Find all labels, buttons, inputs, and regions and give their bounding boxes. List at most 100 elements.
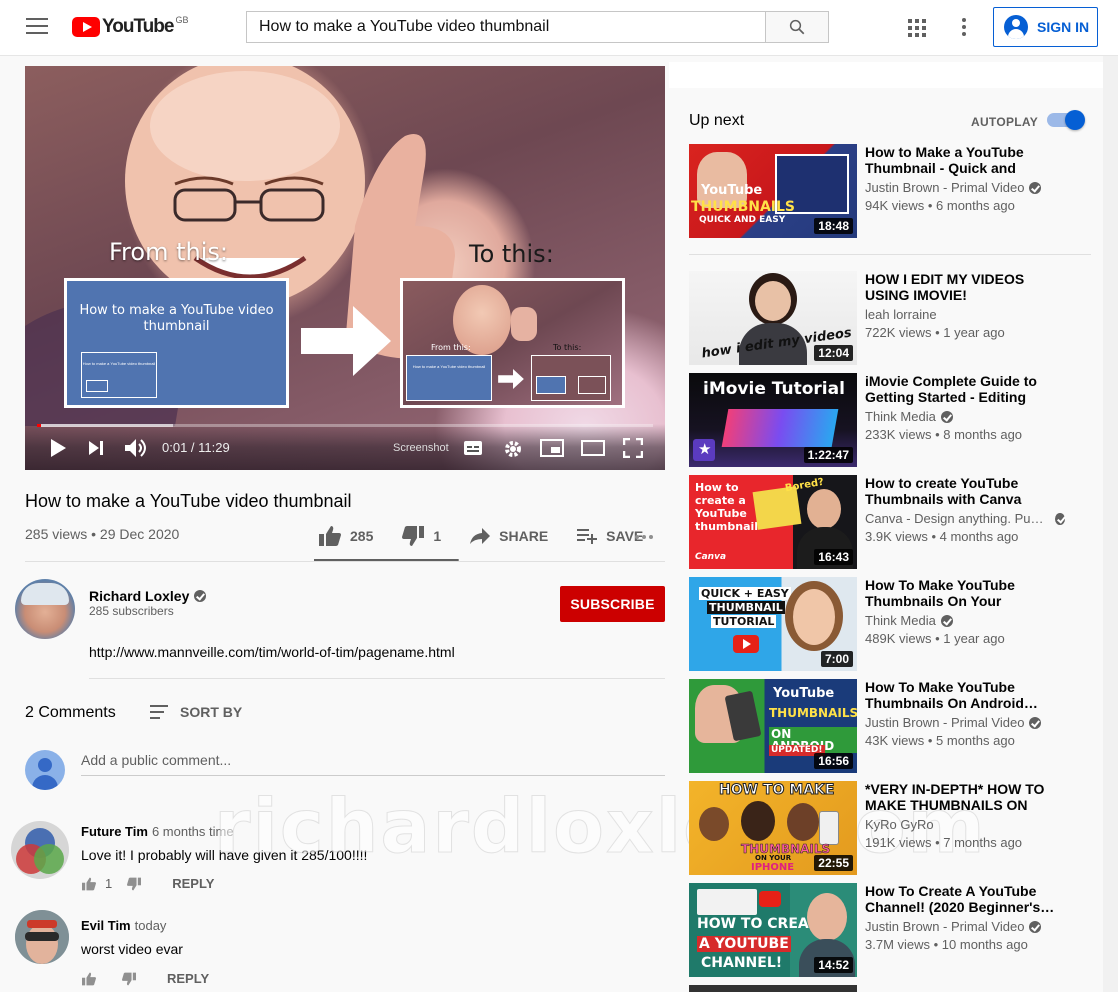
video-title[interactable]: iMovie Complete Guide to Getting Started… — [865, 373, 1061, 405]
sidebar-video-item[interactable]: how i edit my videos 12:04 HOW I EDIT MY… — [689, 271, 1099, 365]
video-channel[interactable]: Think Media — [865, 613, 1065, 628]
video-channel[interactable]: leah lorraine — [865, 307, 1065, 322]
overlay-to-text: To this: — [469, 240, 554, 268]
sort-by-button[interactable]: SORT BY — [150, 704, 242, 720]
sidebar-video-item[interactable]: HOW TO MAKE THUMBNAILS ON YOUR IPHONE 22… — [689, 781, 1099, 875]
sidebar-video-item[interactable]: YouTube THUMBNAILS ON ANDROID UPDATED! 1… — [689, 679, 1099, 773]
sidebar-video-item[interactable]: HOW TO CREATE A YOUTUBE CHANNEL! 14:52 H… — [689, 883, 1099, 977]
video-thumbnail[interactable]: how i edit my videos 12:04 — [689, 271, 857, 365]
subscribe-button[interactable]: SUBSCRIBE — [560, 586, 665, 622]
dislike-button[interactable]: 1 — [401, 525, 441, 547]
video-channel[interactable]: KyRo GyRo — [865, 817, 1065, 832]
thumb-text: THUMBNAIL — [707, 601, 785, 614]
video-meta: 94K views • 6 months ago — [865, 198, 1015, 213]
mini-arrow-icon — [498, 369, 524, 389]
thumb-text: Canva — [695, 552, 727, 562]
search-button[interactable] — [765, 11, 829, 43]
like-button[interactable]: 285 — [318, 525, 373, 547]
video-channel[interactable]: Justin Brown - Primal Video — [865, 180, 1065, 195]
video-channel[interactable]: Justin Brown - Primal Video — [865, 715, 1065, 730]
channel-name-text: Justin Brown - Primal Video — [865, 180, 1025, 195]
playlist-add-icon — [577, 529, 598, 544]
thumbs-up-icon[interactable] — [81, 972, 97, 986]
reply-button[interactable]: REPLY — [172, 876, 214, 891]
settings-more-icon[interactable] — [962, 18, 966, 36]
theater-mode-icon[interactable] — [581, 440, 605, 456]
comment-avatar[interactable] — [15, 910, 69, 964]
verified-badge-icon — [940, 410, 953, 423]
video-thumbnail[interactable]: YouTube THUMBNAILS ON ANDROID UPDATED! 1… — [689, 679, 857, 773]
view-count-date: 285 views • 29 Dec 2020 — [25, 526, 180, 542]
video-title[interactable]: How to Make a YouTube Thumbnail - Quick … — [865, 144, 1061, 176]
thumbs-down-icon[interactable] — [126, 877, 142, 891]
video-thumbnail[interactable]: HOW TO MAKE THUMBNAILS ON YOUR IPHONE 22… — [689, 781, 857, 875]
video-meta: 489K views • 1 year ago — [865, 631, 1005, 646]
add-comment-input[interactable]: Add a public comment... — [81, 752, 665, 776]
video-thumbnail[interactable]: YouTube THUMBNAILS QUICK AND EASY 18:48 — [689, 144, 857, 238]
video-channel[interactable]: Think Media — [865, 409, 1065, 424]
video-title[interactable]: How To Make YouTube Thumbnails On Androi… — [865, 679, 1061, 711]
thumb-text: iMovie Tutorial — [703, 379, 845, 399]
next-icon[interactable] — [88, 440, 104, 456]
video-thumbnail[interactable]: QUICK + EASY THUMBNAIL TUTORIAL 7:00 — [689, 577, 857, 671]
comment-item: Future Tim 6 months time Love it! I proba… — [0, 816, 665, 896]
sidebar-video-item[interactable]: YouTube THUMBNAILS QUICK AND EASY 18:48 … — [689, 144, 1099, 238]
miniplayer-icon[interactable] — [540, 439, 564, 457]
video-title[interactable]: How To Create A YouTube Channel! (2020 B… — [865, 883, 1061, 915]
video-title[interactable]: How To Make YouTube Thumbnails On Your P… — [865, 577, 1061, 609]
fullscreen-icon[interactable] — [623, 438, 643, 458]
comment-author[interactable]: Evil Tim today — [81, 918, 166, 933]
video-meta: 43K views • 5 months ago — [865, 733, 1015, 748]
description-link[interactable]: http://www.mannveille.com/tim/world-of-t… — [89, 644, 455, 660]
apps-grid-icon[interactable] — [908, 19, 926, 37]
volume-icon[interactable] — [124, 438, 148, 458]
video-channel[interactable]: Justin Brown - Primal Video — [865, 919, 1065, 934]
video-thumbnail[interactable]: iMovie Tutorial ★ 1:22:47 — [689, 373, 857, 467]
page-scrollbar[interactable] — [1103, 56, 1118, 992]
screenshot-label[interactable]: Screenshot — [393, 442, 449, 454]
channel-name-text: leah lorraine — [865, 307, 937, 322]
comment-text: Love it! I probably will have given it 2… — [81, 847, 368, 863]
user-avatar — [25, 750, 65, 790]
thumbs-up-icon[interactable] — [81, 877, 97, 891]
channel-name[interactable]: Richard Loxley — [89, 588, 207, 604]
sidebar-video-item[interactable]: QUICK + EASY THUMBNAIL TUTORIAL 7:00 How… — [689, 577, 1099, 671]
video-title[interactable]: How to create YouTube Thumbnails with Ca… — [865, 475, 1061, 507]
menu-icon[interactable] — [26, 18, 48, 36]
share-button[interactable]: SHARE — [469, 527, 548, 545]
video-channel[interactable]: Canva - Design anything. Pu… — [865, 511, 1065, 526]
sidebar-top-panel — [669, 62, 1103, 88]
video-player[interactable]: From this: To this: How to make a YouTub… — [25, 66, 665, 470]
next-video-thumbnail-partial[interactable] — [689, 985, 857, 992]
video-thumbnail[interactable]: HOW TO CREATE A YOUTUBE CHANNEL! 14:52 — [689, 883, 857, 977]
save-button[interactable]: SAVE — [576, 527, 643, 545]
sign-in-button[interactable]: SIGN IN — [993, 7, 1098, 47]
video-meta: 3.7M views • 10 months ago — [865, 937, 1028, 952]
comment-author[interactable]: Future Tim 6 months time — [81, 824, 234, 839]
settings-gear-icon[interactable] — [503, 439, 523, 459]
reply-button[interactable]: REPLY — [167, 971, 209, 986]
youtube-logo[interactable]: YouTube GB — [72, 15, 188, 39]
progress-bar[interactable] — [37, 424, 653, 427]
channel-avatar[interactable] — [15, 579, 75, 639]
right-arrow-icon — [301, 306, 391, 376]
video-title[interactable]: *VERY IN-DEPTH* HOW TO MAKE THUMBNAILS O… — [865, 781, 1061, 813]
mini-to-text: To this: — [553, 343, 582, 352]
video-meta: 191K views • 7 months ago — [865, 835, 1023, 850]
more-actions-icon[interactable] — [635, 535, 656, 539]
subtitles-icon[interactable] — [463, 440, 483, 456]
thumb-text: YouTube — [773, 686, 835, 701]
share-label: SHARE — [499, 528, 549, 544]
comment-avatar[interactable] — [11, 821, 69, 879]
play-icon[interactable] — [49, 438, 67, 458]
search-input[interactable]: How to make a YouTube video thumbnail — [246, 11, 765, 43]
channel-name-text: Think Media — [865, 409, 936, 424]
mini-card-title: How to make a YouTube video thumbnail — [412, 364, 486, 369]
sidebar-video-item[interactable]: How to create a YouTube thumbnail Bored?… — [689, 475, 1099, 569]
video-title[interactable]: HOW I EDIT MY VIDEOS USING IMOVIE! — [865, 271, 1061, 303]
channel-name-text: Think Media — [865, 613, 936, 628]
video-thumbnail[interactable]: How to create a YouTube thumbnail Bored?… — [689, 475, 857, 569]
autoplay-toggle[interactable] — [1047, 110, 1085, 130]
sidebar-video-item[interactable]: iMovie Tutorial ★ 1:22:47 iMovie Complet… — [689, 373, 1099, 467]
thumbs-down-icon[interactable] — [121, 972, 137, 986]
